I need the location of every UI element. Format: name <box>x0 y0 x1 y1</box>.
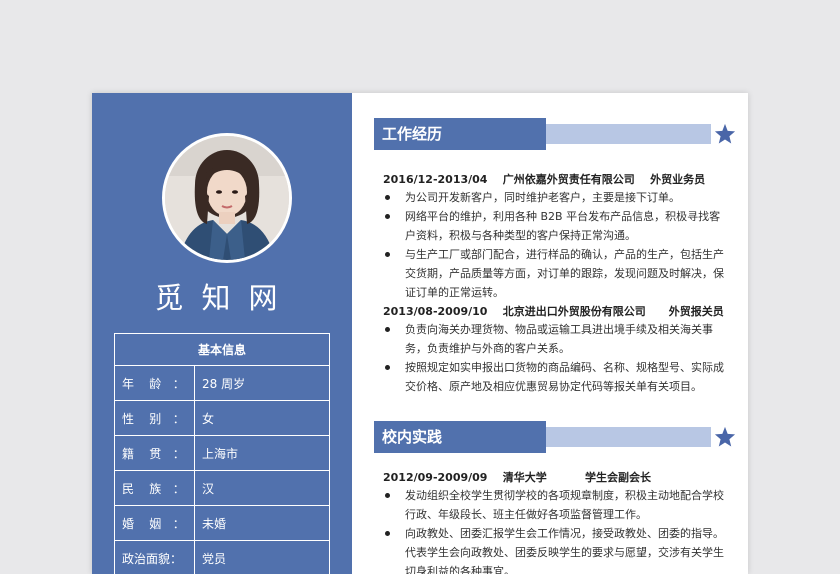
info-row-ethnicity: 民 族 ： 汉 <box>114 470 330 506</box>
job-duties: 为公司开发新客户，同时维护老客户，主要是接下订单。 网络平台的维护，利用各种 B… <box>383 188 728 302</box>
sidebar: 觅知网 基本信息 年 龄 ： 28 周岁 性 别 ： 女 籍 贯 ： 上海市 民… <box>92 93 352 574</box>
info-row-political: 政治面貌： 党员 <box>114 540 330 574</box>
info-row-age: 年 龄 ： 28 周岁 <box>114 365 330 401</box>
info-label: 性 别 ： <box>114 400 195 436</box>
section-divider <box>546 124 711 144</box>
basic-info-table: 基本信息 年 龄 ： 28 周岁 性 别 ： 女 籍 贯 ： 上海市 民 族 ：… <box>114 333 330 574</box>
info-value: 党员 <box>194 540 330 574</box>
info-label: 婚 姻 ： <box>114 505 195 541</box>
resume-sheet: 觅知网 基本信息 年 龄 ： 28 周岁 性 别 ： 女 籍 贯 ： 上海市 民… <box>92 93 748 574</box>
job-duties: 发动组织全校学生贯彻学校的各项规章制度，积极主动地配合学校行政、年级段长、班主任… <box>383 486 728 574</box>
section-divider <box>546 427 711 447</box>
info-label: 籍 贯 ： <box>114 435 195 471</box>
section-title-work: 工作经历 <box>374 118 546 150</box>
info-value: 上海市 <box>194 435 330 471</box>
job-header: 2016/12-2013/04 广州依嘉外贸责任有限公司 外贸业务员 <box>383 173 706 186</box>
section-title-campus: 校内实践 <box>374 421 546 453</box>
star-icon <box>714 426 736 447</box>
basic-info-title: 基本信息 <box>114 333 330 366</box>
info-value: 女 <box>194 400 330 436</box>
applicant-name: 觅知网 <box>154 281 296 315</box>
info-label: 政治面貌： <box>114 540 195 574</box>
info-row-gender: 性 别 ： 女 <box>114 400 330 436</box>
info-value: 汉 <box>194 470 330 506</box>
job-duties: 负责向海关办理货物、物品或运输工具进出境手续及相关海关事务，负责维护与外商的客户… <box>383 320 728 396</box>
avatar <box>162 133 292 263</box>
info-label: 年 龄 ： <box>114 365 195 401</box>
info-row-marital: 婚 姻 ： 未婚 <box>114 505 330 541</box>
main-content: 工作经历 2016/12-2013/04 广州依嘉外贸责任有限公司 外贸业务员 … <box>352 93 748 574</box>
list-item: 负责向海关办理货物、物品或运输工具进出境手续及相关海关事务，负责维护与外商的客户… <box>383 320 728 358</box>
list-item: 按照规定如实申报出口货物的商品编码、名称、规格型号、实际成交价格、原产地及相应优… <box>383 358 728 396</box>
list-item: 发动组织全校学生贯彻学校的各项规章制度，积极主动地配合学校行政、年级段长、班主任… <box>383 486 728 524</box>
avatar-photo <box>165 136 289 260</box>
list-item: 为公司开发新客户，同时维护老客户，主要是接下订单。 <box>383 188 728 207</box>
list-item: 网络平台的维护，利用各种 B2B 平台发布产品信息，积极寻找客户资料，积极与各种… <box>383 207 728 245</box>
info-label: 民 族 ： <box>114 470 195 506</box>
list-item: 与生产工厂或部门配合，进行样品的确认，产品的生产，包括生产交货期，产品质量等方面… <box>383 245 728 302</box>
job-header: 2012/09-2009/09 清华大学 学生会副会长 <box>383 471 652 484</box>
list-item: 向政教处、团委汇报学生会工作情况，接受政教处、团委的指导。代表学生会向政教处、团… <box>383 524 728 574</box>
star-icon <box>714 123 736 144</box>
job-header: 2013/08-2009/10 北京进出口外贸股份有限公司 外贸报关员 <box>383 305 724 318</box>
info-row-hometown: 籍 贯 ： 上海市 <box>114 435 330 471</box>
info-value: 28 周岁 <box>194 365 330 401</box>
info-value: 未婚 <box>194 505 330 541</box>
